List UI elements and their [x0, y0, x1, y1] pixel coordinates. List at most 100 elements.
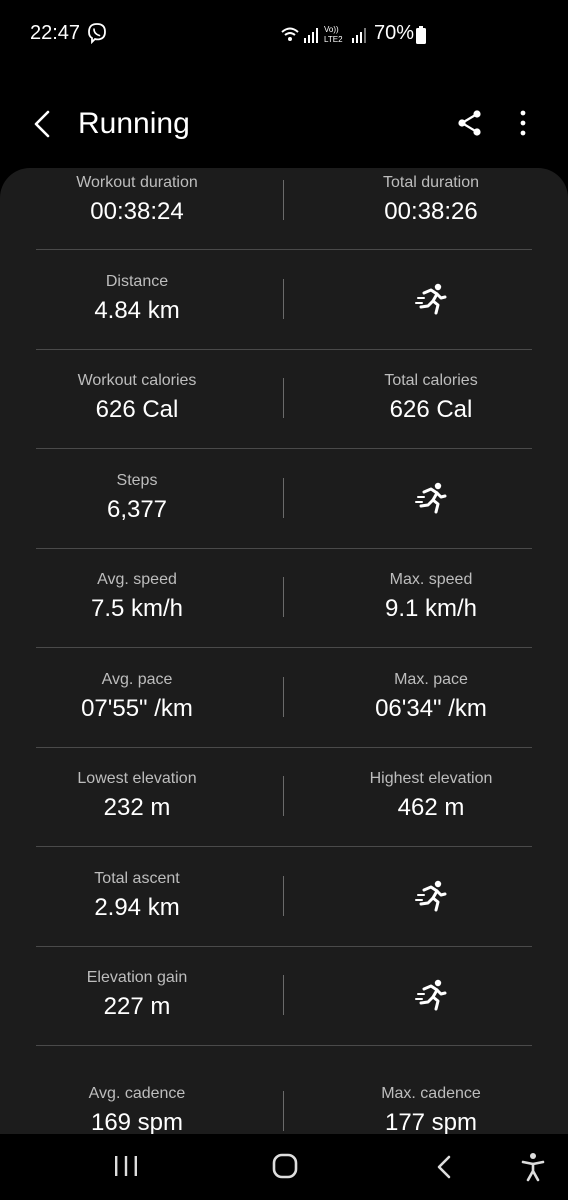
- stat-value: 227 m: [103, 993, 171, 1020]
- column-divider: [283, 378, 284, 418]
- stat-label: Total calories: [384, 372, 478, 389]
- stat-value: 626 Cal: [95, 396, 179, 423]
- row-divider: [36, 349, 532, 350]
- stat-row-steps: Steps 6,377: [0, 466, 568, 565]
- stat-label: Workout calories: [77, 372, 197, 389]
- stat-value: 232 m: [103, 794, 171, 821]
- share-icon[interactable]: [455, 108, 485, 138]
- stat-row-ascent: Total ascent 2.94 km: [0, 864, 568, 963]
- stat-workout-duration: Workout duration 00:38:24: [0, 168, 279, 267]
- stat-highest-elevation: Highest elevation 462 m: [289, 764, 568, 863]
- status-time: 22:47: [30, 22, 81, 44]
- stat-row-distance: Distance 4.84 km: [0, 267, 568, 366]
- more-vertical-icon[interactable]: [508, 108, 538, 138]
- running-icon: [415, 880, 447, 912]
- row-divider: [36, 747, 532, 748]
- stat-value: 462 m: [397, 794, 465, 821]
- stat-avg-speed: Avg. speed 7.5 km/h: [0, 565, 279, 664]
- stat-value: 169 spm: [90, 1109, 184, 1134]
- stat-elevation-gain: Elevation gain 227 m: [0, 963, 279, 1062]
- viber-icon: [88, 23, 106, 44]
- stat-label: Total duration: [382, 174, 480, 191]
- running-icon: [415, 482, 447, 514]
- volte-label: Vo)): [324, 25, 339, 34]
- battery-icon: [416, 26, 426, 44]
- stat-max-cadence: Max. cadence 177 spm: [289, 1079, 568, 1134]
- page-title: Running: [78, 107, 190, 140]
- stat-value: 6,377: [106, 496, 168, 523]
- home-icon[interactable]: [271, 1152, 299, 1180]
- column-divider: [283, 1091, 284, 1131]
- stat-value: 07'55" /km: [81, 695, 193, 722]
- stat-row-elevation-gain: Elevation gain 227 m: [0, 963, 568, 1062]
- stat-avg-cadence: Avg. cadence 169 spm: [0, 1079, 279, 1134]
- back-arrow-icon[interactable]: [28, 104, 60, 144]
- stat-max-pace: Max. pace 06'34" /km: [289, 665, 568, 764]
- stat-value: 177 spm: [384, 1109, 478, 1134]
- stat-value: 06'34" /km: [375, 695, 487, 722]
- stats-card: Workout duration 00:38:24 Total duration…: [0, 168, 568, 1134]
- stat-lowest-elevation: Lowest elevation 232 m: [0, 764, 279, 863]
- stat-row-cadence: Avg. cadence 169 spm Max. cadence 177 sp…: [0, 1079, 568, 1134]
- row-divider: [36, 448, 532, 449]
- column-divider: [283, 279, 284, 319]
- status-bar: 22:47 Vo)) LTE2 70%: [0, 0, 568, 68]
- stat-value: 4.84 km: [94, 297, 180, 324]
- system-nav-bar: [0, 1134, 568, 1200]
- stat-label: Steps: [116, 472, 158, 489]
- stat-label: Lowest elevation: [77, 770, 197, 787]
- network-label: LTE2: [324, 35, 343, 44]
- stat-label: Total ascent: [94, 870, 180, 887]
- stat-workout-calories: Workout calories 626 Cal: [0, 366, 279, 465]
- column-divider: [283, 975, 284, 1015]
- stat-label: Avg. cadence: [88, 1085, 186, 1102]
- stat-row-duration: Workout duration 00:38:24 Total duration…: [0, 168, 568, 267]
- stat-label: Max. pace: [394, 671, 468, 688]
- stat-label: Distance: [105, 273, 169, 290]
- stat-value: 9.1 km/h: [384, 595, 478, 622]
- app-header: Running: [0, 90, 568, 158]
- running-icon: [415, 283, 447, 315]
- stat-total-calories: Total calories 626 Cal: [289, 366, 568, 465]
- stat-distance: Distance 4.84 km: [0, 267, 279, 366]
- nav-back-icon[interactable]: [434, 1154, 454, 1180]
- row-divider: [36, 647, 532, 648]
- stat-value: 7.5 km/h: [90, 595, 184, 622]
- row-divider: [36, 548, 532, 549]
- stat-label: Max. cadence: [381, 1085, 481, 1102]
- stat-label: Workout duration: [76, 174, 198, 191]
- stat-row-elevation: Lowest elevation 232 m Highest elevation…: [0, 764, 568, 863]
- stat-max-speed: Max. speed 9.1 km/h: [289, 565, 568, 664]
- column-divider: [283, 776, 284, 816]
- signal-icons: Vo)) LTE2: [281, 25, 366, 44]
- recents-icon[interactable]: [112, 1154, 140, 1178]
- stat-label: Max. speed: [389, 571, 473, 588]
- column-divider: [283, 577, 284, 617]
- stat-value: 00:38:26: [384, 198, 478, 225]
- column-divider: [283, 677, 284, 717]
- stat-steps: Steps 6,377: [0, 466, 279, 565]
- stat-label: Avg. speed: [97, 571, 177, 588]
- row-divider: [36, 846, 532, 847]
- running-icon: [415, 979, 447, 1011]
- battery-percent: 70%: [374, 22, 415, 44]
- stat-avg-pace: Avg. pace 07'55" /km: [0, 665, 279, 764]
- row-divider: [36, 1045, 532, 1046]
- stat-row-pace: Avg. pace 07'55" /km Max. pace 06'34" /k…: [0, 665, 568, 764]
- stat-value: 00:38:24: [90, 198, 184, 225]
- stat-label: Highest elevation: [369, 770, 493, 787]
- stat-value: 626 Cal: [389, 396, 473, 423]
- row-divider: [36, 946, 532, 947]
- stat-label: Avg. pace: [101, 671, 173, 688]
- accessibility-icon[interactable]: [520, 1152, 546, 1182]
- stat-total-ascent: Total ascent 2.94 km: [0, 864, 279, 963]
- stat-label: Elevation gain: [86, 969, 188, 986]
- stat-value: 2.94 km: [94, 894, 180, 921]
- stat-total-duration: Total duration 00:38:26: [289, 168, 568, 267]
- column-divider: [283, 876, 284, 916]
- column-divider: [283, 478, 284, 518]
- column-divider: [283, 180, 284, 220]
- stat-row-calories: Workout calories 626 Cal Total calories …: [0, 366, 568, 465]
- stat-row-speed: Avg. speed 7.5 km/h Max. speed 9.1 km/h: [0, 565, 568, 664]
- row-divider: [36, 249, 532, 250]
